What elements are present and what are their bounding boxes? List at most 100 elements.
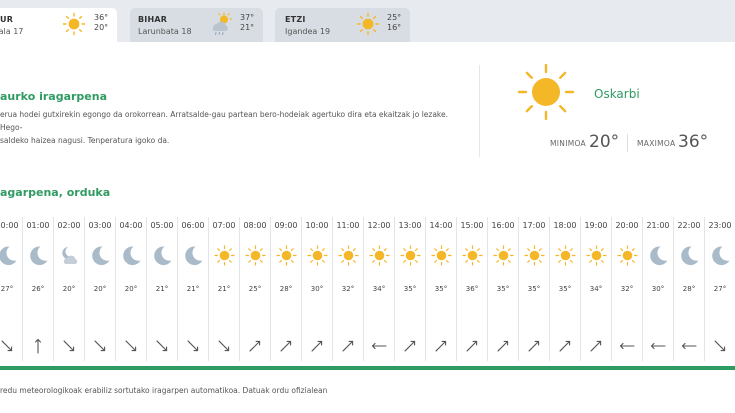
hour-label: 14:00: [429, 221, 453, 230]
wind-arrow-icon: [156, 340, 168, 352]
hour-column: 15:00 36°: [457, 217, 488, 361]
hour-column: 18:00 35°: [550, 217, 581, 361]
hour-label: 13:00: [398, 221, 422, 230]
hour-column: 21:00 30°: [643, 217, 674, 361]
day-tab-name: UR: [0, 15, 14, 24]
wind-arrow-icon: [714, 340, 726, 352]
sun-icon: [276, 245, 297, 266]
hourly-strip: 00:00 27° 01:00 26° 02:00 20° 03:00 20° 04:00 20°…: [0, 217, 735, 363]
wind-arrow-icon: [559, 340, 571, 352]
hour-label: 01:00: [26, 221, 50, 230]
hour-temp: 30°: [651, 285, 665, 293]
hour-column: 03:00 20°: [85, 217, 116, 361]
hour-label: 08:00: [243, 221, 267, 230]
hour-label: 20:00: [615, 221, 639, 230]
hour-column: 12:00 34°: [364, 217, 395, 361]
day-tab-etzi[interactable]: ETZI Igandea 19 25° 16°: [275, 8, 410, 42]
hour-column: 17:00 35°: [519, 217, 550, 361]
hour-label: 00:00: [0, 221, 19, 230]
hour-label: 03:00: [88, 221, 112, 230]
footnote: redu meteorologikoak erabiliz sortutako …: [0, 386, 328, 395]
hour-temp: 34°: [589, 285, 603, 293]
hour-column: 13:00 35°: [395, 217, 426, 361]
max-temp-label: MAXIMOA: [637, 139, 676, 148]
today-forecast-title: aurko iragarpena: [0, 90, 108, 103]
hour-column: 00:00 27°: [0, 217, 23, 361]
sun-icon: [517, 63, 575, 121]
day-tab-today[interactable]: UR tirala 17 36° 20°: [0, 8, 117, 42]
wind-arrow-icon: [404, 340, 416, 352]
hour-column: 22:00 28°: [674, 217, 705, 361]
today-forecast-description: erua hodei gutxirekin egongo da orokorre…: [0, 110, 448, 145]
hour-label: 04:00: [119, 221, 143, 230]
wind-arrow-icon: [650, 342, 666, 350]
moon-icon: [681, 246, 699, 266]
moon-icon: [0, 246, 17, 266]
divider: [627, 134, 628, 152]
hour-temp: 35°: [558, 285, 572, 293]
hour-label: 15:00: [460, 221, 484, 230]
hour-column: 23:00 27°: [705, 217, 735, 361]
wind-arrow-icon: [342, 340, 354, 352]
sun-icon: [62, 12, 86, 36]
hour-temp: 20°: [124, 285, 138, 293]
hour-temp: 36°: [465, 285, 479, 293]
sun-icon: [356, 12, 380, 36]
hour-column: 07:00 21°: [209, 217, 240, 361]
wind-arrow-icon: [371, 342, 387, 350]
today-summary-label: Oskarbi: [594, 87, 640, 101]
min-temp-label: MINIMOA: [550, 139, 586, 148]
hour-label: 12:00: [367, 221, 391, 230]
hour-column: 05:00 21°: [147, 217, 178, 361]
day-tab-min: 16°: [387, 23, 402, 32]
day-tab-max: 37°: [240, 13, 255, 22]
day-tab-bihar[interactable]: BIHAR Larunbata 18 37° 21°: [130, 8, 263, 42]
hour-label: 22:00: [677, 221, 701, 230]
day-tab-temps: 37° 21°: [240, 13, 254, 33]
day-tab-min: 21°: [240, 23, 255, 32]
wind-arrow-icon: [497, 340, 509, 352]
wind-arrow-icon: [249, 340, 261, 352]
sun-icon: [245, 245, 266, 266]
hour-label: 10:00: [305, 221, 329, 230]
hour-column: 09:00 28°: [271, 217, 302, 361]
hour-column: 08:00 25°: [240, 217, 271, 361]
moon-icon: [712, 246, 730, 266]
hour-label: 05:00: [150, 221, 174, 230]
wind-arrow-icon: [218, 340, 230, 352]
hour-temp: 35°: [527, 285, 541, 293]
max-temp-value: 36°: [678, 132, 709, 152]
hour-temp: 25°: [248, 285, 262, 293]
hour-temp: 26°: [31, 285, 45, 293]
wind-arrow-icon: [280, 340, 292, 352]
hour-column: 16:00 35°: [488, 217, 519, 361]
hour-temp: 20°: [93, 285, 107, 293]
sun-icon: [617, 245, 638, 266]
day-tab-name: ETZI: [285, 15, 306, 24]
hour-label: 17:00: [522, 221, 546, 230]
day-tab-temps: 25° 16°: [387, 13, 401, 33]
footer-bar: [0, 366, 735, 370]
hour-temp: 35°: [403, 285, 417, 293]
hour-label: 02:00: [57, 221, 81, 230]
wind-arrow-icon: [466, 340, 478, 352]
hour-label: 16:00: [491, 221, 515, 230]
wind-arrow-icon: [435, 340, 447, 352]
day-tab-date: tirala 17: [0, 27, 24, 36]
hour-column: 01:00 26°: [23, 217, 54, 361]
hour-label: 07:00: [212, 221, 236, 230]
hour-temp: 35°: [496, 285, 510, 293]
divider: [479, 65, 480, 157]
hour-column: 11:00 32°: [333, 217, 364, 361]
moon-icon: [92, 246, 110, 266]
hour-temp: 35°: [434, 285, 448, 293]
moon-icon: [185, 246, 203, 266]
hour-label: 09:00: [274, 221, 298, 230]
hour-column: 14:00 35°: [426, 217, 457, 361]
wind-arrow-icon: [125, 340, 137, 352]
hour-label: 19:00: [584, 221, 608, 230]
day-tab-max: 25°: [387, 13, 402, 22]
day-tab-min: 20°: [94, 23, 109, 32]
hour-label: 18:00: [553, 221, 577, 230]
hour-label: 21:00: [646, 221, 670, 230]
